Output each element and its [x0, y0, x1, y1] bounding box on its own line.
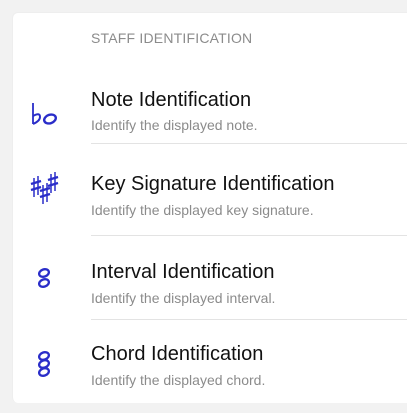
list-item-key-signature-identification[interactable]: Key Signature Identification Identify th…: [13, 147, 407, 233]
list-item-interval-identification[interactable]: Interval Identification Identify the dis…: [13, 235, 407, 321]
item-subtitle: Identify the displayed key signature.: [91, 202, 314, 218]
interval-notes-icon: [21, 257, 67, 303]
exercise-list-panel: STAFF IDENTIFICATION Note Identification…: [12, 12, 407, 403]
item-subtitle: Identify the displayed note.: [91, 117, 258, 133]
divider: [91, 143, 407, 144]
section-header: STAFF IDENTIFICATION: [91, 30, 253, 46]
chord-notes-icon: [21, 343, 67, 389]
item-title: Interval Identification: [91, 261, 275, 283]
flat-note-icon: [21, 91, 67, 137]
item-title: Note Identification: [91, 89, 252, 111]
item-subtitle: Identify the displayed interval.: [91, 290, 276, 306]
item-title: Key Signature Identification: [91, 173, 335, 195]
item-subtitle: Identify the displayed chord.: [91, 372, 266, 388]
list-item-chord-identification[interactable]: Chord Identification Identify the displa…: [13, 319, 407, 405]
item-title: Chord Identification: [91, 343, 264, 365]
sharps-key-signature-icon: [21, 169, 67, 215]
